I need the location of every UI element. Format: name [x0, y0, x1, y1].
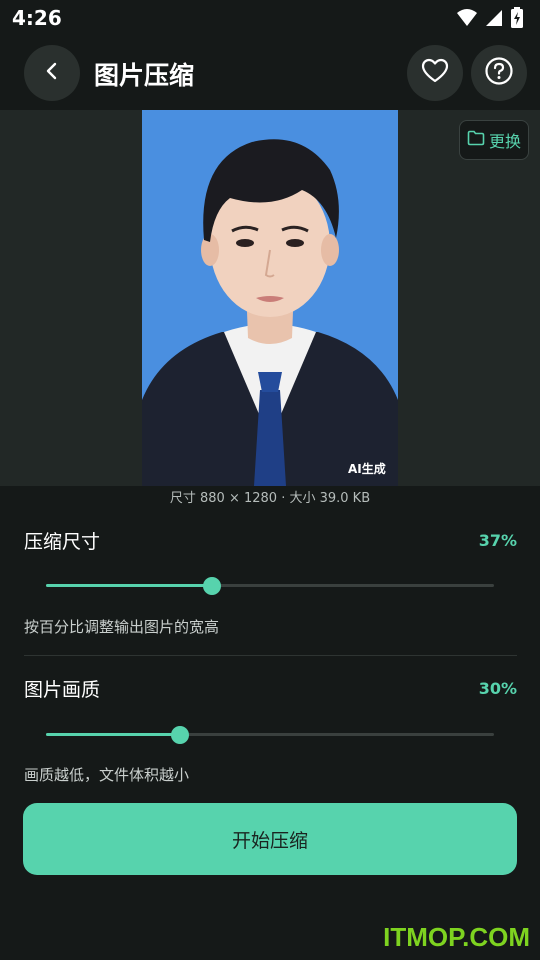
app-bar: 图片压缩 — [0, 36, 540, 110]
image-info: 尺寸 880 × 1280 · 大小 39.0 KB — [169, 491, 371, 506]
size-slider[interactable] — [46, 576, 494, 596]
start-compress-button[interactable]: 开始压缩 — [23, 803, 517, 875]
size-slider-thumb[interactable] — [202, 577, 221, 595]
size-hint: 按百分比调整输出图片的宽高 — [24, 618, 220, 636]
status-icons — [456, 7, 524, 33]
portrait-illustration — [142, 110, 398, 486]
replace-image-button[interactable]: 更换 — [459, 120, 529, 160]
heart-icon — [421, 58, 449, 88]
signal-icon — [484, 8, 504, 32]
replace-label: 更换 — [488, 132, 521, 151]
back-button[interactable] — [24, 45, 80, 101]
section-divider — [24, 655, 517, 656]
ai-generated-badge: AI生成 — [348, 462, 386, 476]
quality-slider-thumb[interactable] — [171, 726, 190, 744]
folder-icon — [467, 130, 485, 150]
size-section-label: 压缩尺寸 — [24, 531, 101, 553]
start-compress-label: 开始压缩 — [231, 829, 308, 852]
watermark: ITMOP.COM — [383, 922, 530, 952]
size-slider-fill — [46, 584, 212, 587]
quality-slider-fill — [46, 733, 181, 736]
size-percent: 37% — [478, 531, 517, 550]
image-preview: AI生成 更换 — [0, 110, 540, 486]
quality-section-label: 图片画质 — [24, 679, 101, 701]
question-circle-icon — [484, 56, 514, 90]
quality-slider[interactable] — [46, 725, 494, 745]
preview-photo: AI生成 — [142, 110, 398, 486]
help-button[interactable] — [471, 45, 527, 101]
favorite-button[interactable] — [407, 45, 463, 101]
quality-hint: 画质越低，文件体积越小 — [24, 766, 190, 784]
status-bar: 4:26 — [0, 0, 540, 36]
quality-percent: 30% — [478, 679, 517, 698]
battery-charging-icon — [510, 7, 524, 33]
wifi-icon — [456, 8, 478, 32]
chevron-left-icon — [40, 59, 64, 87]
page-title: 图片压缩 — [94, 61, 195, 90]
status-time: 4:26 — [12, 6, 62, 30]
